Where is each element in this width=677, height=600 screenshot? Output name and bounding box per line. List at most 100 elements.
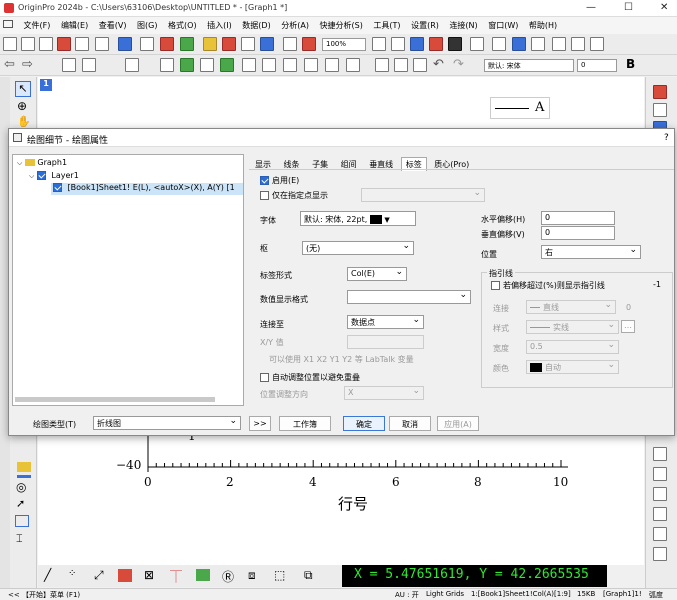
zoom-select[interactable]: 100% xyxy=(322,38,366,51)
zoom-tool-icon[interactable]: ⊕ xyxy=(17,99,27,113)
label-form-select[interactable]: Col(E) xyxy=(347,267,407,281)
menu-quick-analysis[interactable]: 快捷分析(S) xyxy=(316,17,367,31)
rescale-icon[interactable] xyxy=(160,58,174,72)
redo-icon[interactable]: ↷ xyxy=(453,57,464,72)
apps-icon[interactable] xyxy=(512,37,526,51)
open-template-icon[interactable] xyxy=(140,37,154,51)
help-button[interactable]: ? xyxy=(664,133,669,143)
menu-app-icon[interactable] xyxy=(0,17,17,30)
hoffset-input[interactable]: 0 xyxy=(541,211,615,225)
merge-icon[interactable] xyxy=(653,467,667,481)
grid-icon[interactable] xyxy=(571,37,585,51)
ok-button[interactable]: 确定 xyxy=(343,416,385,431)
enable-checkbox[interactable]: 启用(E) xyxy=(260,175,299,186)
pointer-tool-icon[interactable]: ↖ xyxy=(15,81,31,97)
menu-window[interactable]: 窗口(W) xyxy=(484,17,522,31)
tree-node-layer1[interactable]: ⌵ Layer1 xyxy=(29,171,79,181)
column-plot-icon[interactable] xyxy=(118,569,132,582)
pan-tool-icon[interactable]: ✋ xyxy=(17,115,31,128)
console-icon[interactable] xyxy=(590,37,604,51)
color-swatch-icon[interactable] xyxy=(17,475,31,478)
scatter-plot-icon[interactable]: ⁘ xyxy=(68,568,76,579)
3d-plot-icon[interactable]: ⬚ xyxy=(274,568,285,582)
menu-edit[interactable]: 编辑(E) xyxy=(57,17,92,31)
layer-content-icon[interactable] xyxy=(262,58,276,72)
new-layout-icon[interactable] xyxy=(57,37,71,51)
new-notes-icon[interactable] xyxy=(118,37,132,51)
bold-button[interactable]: B xyxy=(626,57,635,71)
arrange-icon[interactable] xyxy=(653,507,667,521)
color-fill-icon[interactable] xyxy=(220,58,234,72)
status-au[interactable]: AU : 开 xyxy=(395,590,419,600)
data-reader-icon[interactable] xyxy=(653,85,667,99)
search-icon[interactable] xyxy=(531,37,545,51)
import-icon[interactable] xyxy=(160,37,174,51)
rescale-right-icon[interactable] xyxy=(653,447,667,461)
paste-icon[interactable] xyxy=(413,58,427,72)
save-project-icon[interactable] xyxy=(222,37,236,51)
dialog-title-bar[interactable]: 绘图细节 - 绘图属性 ? xyxy=(9,129,674,147)
refresh-icon[interactable] xyxy=(283,37,297,51)
menu-view[interactable]: 查看(V) xyxy=(95,17,131,31)
command-window-icon[interactable] xyxy=(429,37,443,51)
circle-tool-icon[interactable]: ◎ xyxy=(16,480,26,494)
line-symbol-icon[interactable]: ⤢ xyxy=(94,568,104,583)
copy-icon[interactable] xyxy=(394,58,408,72)
draw-text-icon[interactable] xyxy=(17,462,31,472)
new-function-icon[interactable] xyxy=(95,37,109,51)
font-field[interactable]: 默认: 宋体, 22pt, ▼ xyxy=(300,211,416,226)
font-size-select[interactable]: 0 xyxy=(577,59,617,72)
plot-type-select[interactable]: 折线图 xyxy=(93,416,241,430)
minimize-button[interactable]: — xyxy=(586,2,596,13)
tree-node-graph1[interactable]: ⌵ Graph1 xyxy=(17,158,67,168)
align-icon[interactable] xyxy=(653,547,667,561)
annotation-tool-icon[interactable]: ⌶ xyxy=(16,532,23,546)
cut-icon[interactable] xyxy=(375,58,389,72)
font-color-swatch[interactable] xyxy=(369,215,382,224)
maximize-button[interactable]: ☐ xyxy=(624,2,633,13)
leader-checkbox[interactable]: 若偏移超过(%)则显示指引线 xyxy=(491,280,605,291)
menu-graph[interactable]: 图(G) xyxy=(133,17,161,31)
menu-preferences[interactable]: 设置(R) xyxy=(407,17,443,31)
error-bar-icon[interactable]: ⏉ xyxy=(170,568,182,585)
status-unit[interactable]: 弧度 xyxy=(649,590,663,600)
open-folder-icon[interactable] xyxy=(203,37,217,51)
plot-checkbox[interactable] xyxy=(53,183,62,192)
menu-insert[interactable]: 插入(I) xyxy=(203,17,236,31)
menu-format[interactable]: 格式(O) xyxy=(164,17,201,31)
rectangle-tool-icon[interactable] xyxy=(15,515,29,527)
contour-icon[interactable]: ⊠ xyxy=(144,568,154,582)
project-explorer-icon[interactable] xyxy=(391,37,405,51)
new-column-icon[interactable] xyxy=(180,58,194,72)
axis-icon[interactable] xyxy=(653,103,667,117)
recent-books-icon[interactable] xyxy=(260,37,274,51)
area-plot-icon[interactable] xyxy=(196,569,210,581)
code-builder-icon[interactable] xyxy=(448,37,462,51)
expand-button[interactable]: >> xyxy=(249,416,271,431)
add-layer-icon[interactable] xyxy=(62,58,76,72)
menu-file[interactable]: 文件(F) xyxy=(20,17,55,31)
auto-adjust-checkbox[interactable]: 自动调整位置以避免重叠 xyxy=(260,372,360,383)
cancel-button[interactable]: 取消 xyxy=(389,416,431,431)
save-template-icon[interactable] xyxy=(241,37,255,51)
x-axis-title[interactable]: 行号 xyxy=(338,493,368,514)
group-icon[interactable] xyxy=(346,58,360,72)
workbook-button[interactable]: 工作簿 xyxy=(279,416,331,431)
pin-icon[interactable] xyxy=(125,58,139,72)
status-window[interactable]: [Graph1]1! xyxy=(603,590,642,598)
new-workbook-icon[interactable] xyxy=(21,37,35,51)
set-values-icon[interactable] xyxy=(200,58,214,72)
close-button[interactable]: ✕ xyxy=(660,2,668,13)
statistics-icon[interactable] xyxy=(283,58,297,72)
copy-format-icon[interactable] xyxy=(304,58,318,72)
swap-icon[interactable] xyxy=(653,527,667,541)
connect-select[interactable]: 数据点 xyxy=(347,315,424,329)
status-range[interactable]: 1:[Book1]Sheet1!Col(A)[1:9] xyxy=(471,590,571,598)
font-name-select[interactable]: 默认: 宋体 xyxy=(484,59,574,72)
tree-scrollbar[interactable] xyxy=(15,397,215,402)
only-points-checkbox[interactable]: 仅在指定点显示 xyxy=(260,190,328,201)
duplicate-icon[interactable] xyxy=(302,37,316,51)
arrange-layers-icon[interactable] xyxy=(82,58,96,72)
find-icon[interactable] xyxy=(492,37,506,51)
arrow-tool-icon[interactable]: ➚ xyxy=(16,497,25,510)
